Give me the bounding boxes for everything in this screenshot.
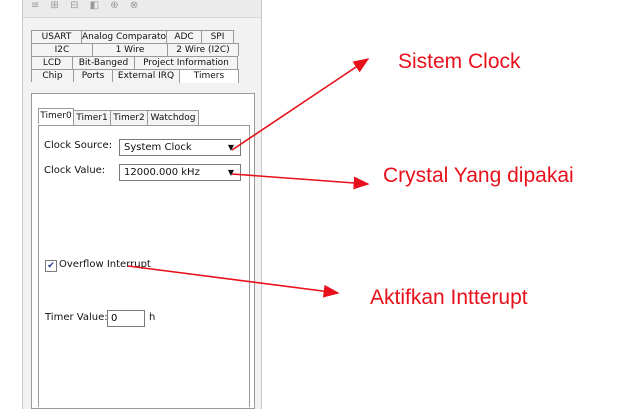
annotation-crystal: Crystal Yang dipakai — [383, 164, 574, 187]
arrow-to-interrupt — [127, 265, 340, 298]
annotation-sistem-clock: Sistem Clock — [398, 50, 521, 73]
subtab-timer0[interactable]: Timer0 — [38, 108, 74, 124]
arrow-to-sistem-clock — [231, 58, 370, 151]
tab-timers[interactable]: Timers — [179, 69, 239, 83]
arrow-to-crystal — [231, 173, 370, 190]
annotation-arrows — [127, 58, 370, 298]
annotation-interrupt: Aktifkan Intterupt — [370, 286, 528, 309]
